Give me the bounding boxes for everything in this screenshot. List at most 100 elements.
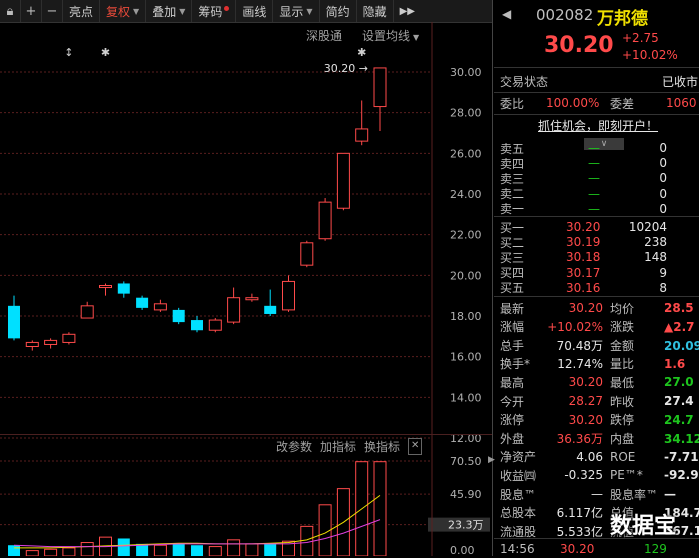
stats-row: 总手 70.48万金额 20.09亿 bbox=[494, 336, 699, 354]
order-price: — bbox=[588, 186, 600, 201]
toolbar-button-label: 筹码 bbox=[198, 4, 223, 19]
stat-value: -0.325 bbox=[564, 468, 603, 483]
stat-label: 今开 bbox=[500, 394, 525, 409]
stat-label: PE™* bbox=[610, 468, 643, 483]
order-volume: 0 bbox=[659, 156, 667, 171]
candle-body bbox=[300, 242, 314, 266]
candle-body bbox=[153, 303, 167, 311]
toolbar-button[interactable]: 简约 bbox=[320, 0, 357, 22]
stat-label: 外盘 bbox=[500, 431, 525, 446]
weicha-label: 委差 bbox=[610, 96, 635, 111]
more-tools-icon[interactable]: ▶▶ bbox=[394, 0, 421, 22]
event-marker[interactable]: ↕ bbox=[64, 46, 73, 59]
order-volume: 8 bbox=[659, 280, 667, 295]
stats-row: 最新 30.20 均价 28.5 bbox=[494, 299, 699, 317]
order-volume: 10204 bbox=[628, 220, 667, 234]
weicha-value: 1060 bbox=[666, 96, 697, 110]
order-volume: 148 bbox=[644, 250, 667, 265]
order-price: 30.18 bbox=[566, 250, 601, 265]
candle-body bbox=[245, 297, 259, 301]
prev-stock-icon[interactable]: ◀ bbox=[502, 7, 511, 21]
order-volume: 0 bbox=[659, 171, 667, 186]
toolbar-button-label: 亮点 bbox=[69, 4, 94, 19]
order-label: 卖一 bbox=[500, 202, 525, 217]
stat-value: -7.71 bbox=[664, 449, 699, 464]
toolbar-button-label: 画线 bbox=[242, 4, 267, 19]
plus-icon[interactable]: + bbox=[21, 0, 42, 22]
candle-body bbox=[355, 128, 369, 142]
stat-label: 股息™ bbox=[500, 487, 537, 502]
y-tick-label: 28.00 bbox=[450, 107, 482, 120]
stat-value: — bbox=[591, 487, 603, 501]
open-account-banner[interactable]: 抓住机会，即刻开户！ bbox=[538, 117, 658, 134]
toolbar-button[interactable]: 复权 ▼ bbox=[100, 0, 147, 22]
high-price-label: 30.20 → bbox=[324, 62, 368, 75]
stat-label: 涨幅 bbox=[500, 320, 525, 335]
candle-body bbox=[373, 67, 387, 108]
quote-panel: ◀ 002082 万邦德 30.20 +2.75 +10.02% 交易状态 已收… bbox=[494, 0, 699, 556]
y-tick-label: 26.00 bbox=[450, 147, 482, 160]
lock-icon[interactable]: 🔒︎ bbox=[0, 0, 21, 22]
price-change-pct: +10.02% bbox=[622, 48, 678, 62]
order-price: 30.17 bbox=[566, 265, 601, 280]
y-tick-label: 22.00 bbox=[450, 229, 482, 242]
toolbar-button[interactable]: 叠加 ▼ bbox=[146, 0, 193, 22]
stat-label: 均价 bbox=[610, 301, 635, 316]
separator bbox=[494, 296, 699, 297]
toolbar-button[interactable]: 亮点 bbox=[63, 0, 101, 22]
stat-label: 总手 bbox=[500, 338, 525, 353]
toolbar-button[interactable]: 隐藏 bbox=[357, 0, 394, 22]
toolbar-button[interactable]: 显示 ▼ bbox=[273, 0, 320, 22]
stat-label: 最高 bbox=[500, 375, 525, 390]
candle-body bbox=[318, 201, 332, 240]
toolbar-button-label: 简约 bbox=[325, 4, 350, 19]
volume-bar bbox=[8, 545, 20, 556]
stat-label: 股息率™ bbox=[610, 487, 659, 502]
volume-chart[interactable]: 70.50 45.90 23.3万 0.00 bbox=[0, 435, 492, 556]
last-price: 30.20 bbox=[544, 33, 614, 58]
event-marker[interactable]: ✱ bbox=[357, 46, 366, 59]
order-price: — bbox=[588, 201, 600, 216]
stat-label: 收益㈣ bbox=[500, 468, 537, 483]
candle-body bbox=[227, 297, 241, 323]
candle-body bbox=[117, 283, 130, 294]
stats-row: 净资产 4.06 ROE -7.71 bbox=[494, 448, 699, 466]
y-tick-label: 14.00 bbox=[450, 391, 482, 404]
trade-status-label: 交易状态 bbox=[500, 74, 549, 89]
volume-bar bbox=[208, 546, 222, 556]
stat-value: 36.36万 bbox=[556, 431, 603, 446]
toolbar-button-label: 复权 bbox=[106, 4, 131, 19]
candle-body bbox=[44, 339, 58, 345]
y-tick-label: 24.00 bbox=[450, 188, 482, 201]
candlestick-chart[interactable]: 30.00 28.00 26.00 24.00 22.00 20.00 18.00 16.00… bbox=[0, 22, 492, 456]
volume-bar bbox=[153, 544, 167, 556]
stat-value: 24.7 bbox=[664, 412, 694, 427]
stat-value: 34.12万 bbox=[664, 431, 699, 446]
y-tick-label: 45.90 bbox=[450, 488, 482, 501]
watermark-logo: 数据宝 bbox=[610, 514, 677, 539]
volume-bar bbox=[62, 547, 76, 556]
candle-body bbox=[136, 297, 149, 308]
stat-label: 换手* bbox=[500, 357, 531, 372]
order-volume: 0 bbox=[659, 141, 667, 155]
candle-body bbox=[336, 152, 350, 209]
stat-value: +10.02% bbox=[547, 319, 603, 334]
order-volume: 0 bbox=[659, 201, 667, 216]
stat-label: 总股本 bbox=[500, 506, 537, 521]
stat-label: 净资产 bbox=[500, 450, 537, 465]
y-tick-label: 18.00 bbox=[450, 310, 482, 323]
price-change: +2.75 bbox=[622, 31, 659, 45]
candle-body bbox=[25, 341, 39, 347]
stat-value: 1.6 bbox=[664, 356, 686, 371]
toolbar-button-label: 隐藏 bbox=[362, 4, 387, 19]
minus-icon[interactable]: − bbox=[42, 0, 63, 22]
event-marker[interactable]: ✱ bbox=[101, 46, 110, 59]
volume-bar bbox=[373, 461, 387, 556]
order-book-row[interactable]: 买五 30.16 8 bbox=[494, 279, 699, 297]
toolbar-button[interactable]: 画线 bbox=[236, 0, 274, 22]
order-price: — bbox=[588, 171, 600, 186]
toolbar-button[interactable]: 筹码 bbox=[192, 0, 237, 22]
candle-body bbox=[191, 320, 203, 331]
weibi-value: 100.00% bbox=[546, 96, 600, 110]
y-tick-label: 23.3万 bbox=[448, 519, 484, 532]
